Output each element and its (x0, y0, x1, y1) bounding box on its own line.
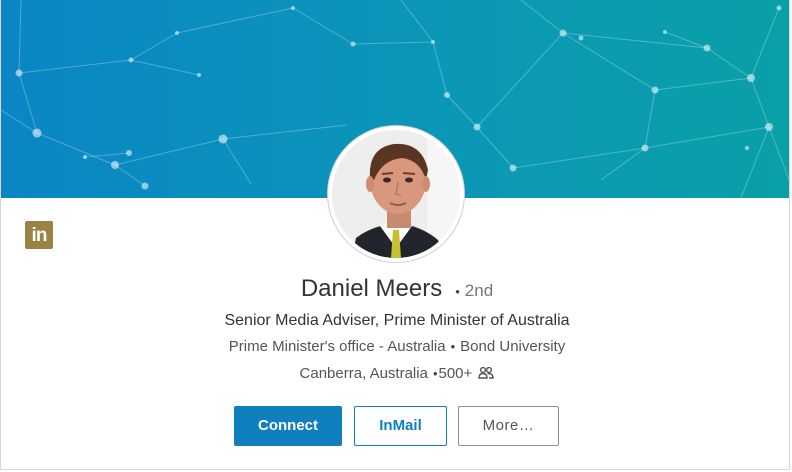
people-icon (478, 366, 495, 379)
connect-button[interactable]: Connect (234, 406, 342, 446)
location: Canberra, Australia (299, 365, 428, 382)
linkedin-logo-text: in (31, 225, 48, 246)
inmail-button[interactable]: InMail (354, 406, 447, 446)
profile-location-row: Canberra, Australia •500+ (1, 365, 789, 382)
profile-company-row: Prime Minister's office - Australia • Bond… (1, 338, 789, 355)
separator-dot: • (432, 366, 438, 381)
current-company[interactable]: Prime Minister's office - Australia (229, 338, 446, 355)
education[interactable]: Bond University (460, 338, 565, 355)
more-button[interactable]: More… (458, 406, 559, 446)
connections-count[interactable]: 500+ (439, 365, 473, 382)
connection-degree: • 2nd (450, 281, 493, 300)
avatar-photo (332, 130, 460, 258)
profile-card: in Daniel Meers • 2nd Senior Media Advis… (0, 0, 790, 470)
linkedin-icon[interactable]: in (25, 221, 53, 249)
avatar[interactable] (328, 126, 464, 262)
person-portrait-icon (332, 130, 460, 258)
profile-name[interactable]: Daniel Meers (301, 275, 442, 302)
separator-dot: • (450, 339, 456, 354)
profile-name-row: Daniel Meers • 2nd (1, 275, 789, 303)
connection-degree-label: 2nd (464, 281, 494, 300)
separator-dot: • (455, 284, 460, 299)
profile-headline: Senior Media Adviser, Prime Minister of … (224, 312, 570, 329)
